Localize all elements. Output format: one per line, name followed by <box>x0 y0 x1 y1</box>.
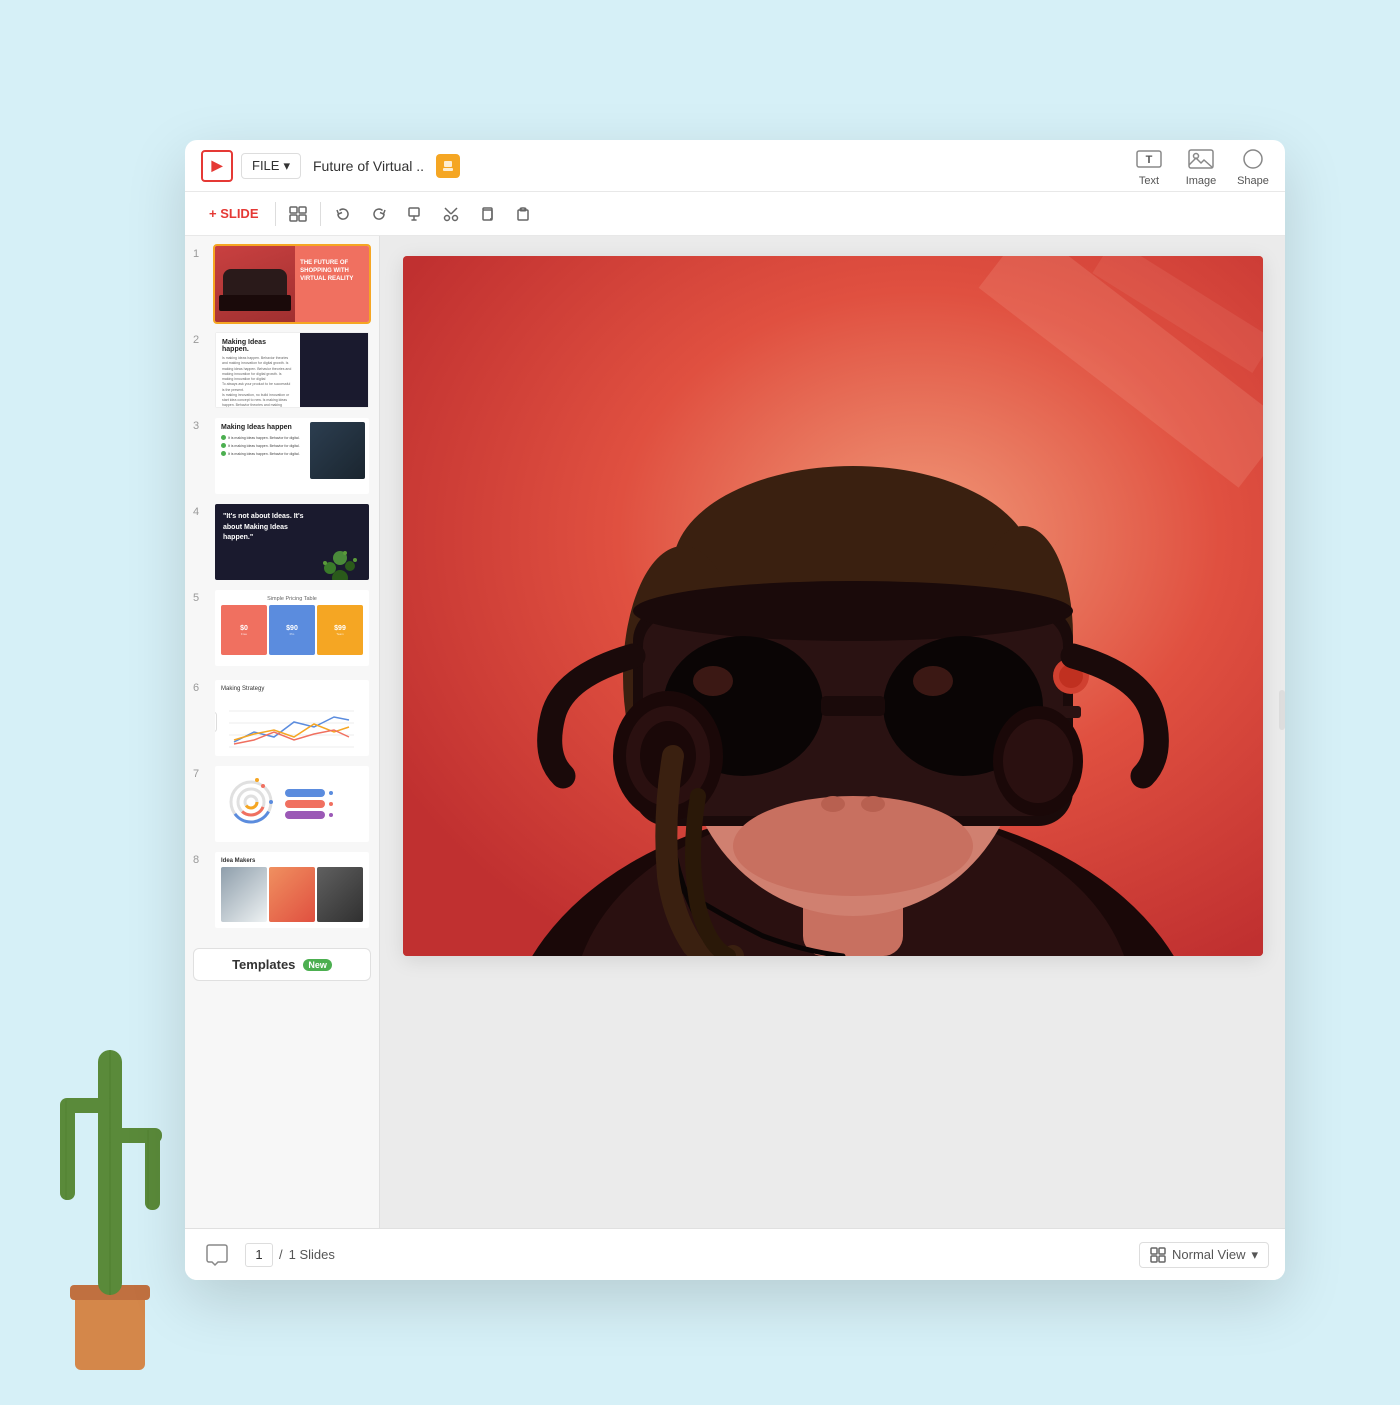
slide-item[interactable]: 1 THE FUTURE OF SHOPPING <box>185 244 379 324</box>
shape-icon <box>1237 145 1269 173</box>
comment-button[interactable] <box>201 1239 233 1271</box>
text-icon: T <box>1133 145 1165 173</box>
cut-button[interactable] <box>437 200 465 228</box>
templates-label: Templates <box>232 957 295 972</box>
redo-button[interactable] <box>365 200 393 228</box>
slide-background <box>403 256 1263 956</box>
image-tool-button[interactable]: Image <box>1185 145 1217 187</box>
slide-number-5: 5 <box>193 588 207 604</box>
text-tool-label: Text <box>1139 175 1159 187</box>
slide-thumbnail-4[interactable]: "It's not about Ideas. It's about Making… <box>213 502 371 582</box>
slide-item[interactable]: 3 Making Ideas happen It is making ideas… <box>185 416 379 496</box>
document-title: Future of Virtual .. <box>313 158 424 174</box>
slide-item[interactable]: 7 <box>185 764 379 844</box>
slide-number-3: 3 <box>193 416 207 432</box>
slide-item-with-controls: ⊞ ⋮⋮ 5 Simple Pricing Table $0Free $90Pr… <box>185 588 379 668</box>
image-icon <box>1185 145 1217 173</box>
normal-view-button[interactable]: Normal View ▾ <box>1139 1242 1269 1268</box>
main-slide-canvas[interactable] <box>403 256 1263 956</box>
main-toolbar: ▶ FILE ▾ Future of Virtual .. T T <box>185 140 1285 192</box>
current-page-input[interactable] <box>245 1243 273 1267</box>
panel-resize-handle[interactable] <box>1279 690 1285 730</box>
format-paint-button[interactable] <box>401 200 429 228</box>
slide-number-1: 1 <box>193 244 207 260</box>
templates-panel-button[interactable]: Templates New <box>185 940 379 985</box>
svg-text:T: T <box>1146 154 1153 166</box>
slide-thumbnail-6[interactable]: Making Strategy ↔ <box>213 678 371 758</box>
file-label: FILE <box>252 158 279 173</box>
slide-number-2: 2 <box>193 330 207 346</box>
toolbar-divider <box>275 202 276 226</box>
slide-number-8: 8 <box>193 850 207 866</box>
slide-thumbnail-1[interactable]: THE FUTURE OF SHOPPING WITH VIRTUAL REAL… <box>213 244 371 324</box>
toolbar-right-items: T Text Image <box>1133 145 1269 187</box>
shape-tool-label: Shape <box>1237 175 1269 187</box>
canvas-area <box>380 236 1285 1228</box>
templates-new-badge: New <box>303 959 332 971</box>
app-logo[interactable]: ▶ <box>201 150 233 182</box>
slide-number-4: 4 <box>193 502 207 518</box>
file-dropdown-icon: ▾ <box>283 158 290 174</box>
normal-view-dropdown-icon: ▾ <box>1251 1247 1258 1263</box>
slide-item[interactable]: 4 "It's not about Ideas. It's about Maki… <box>185 502 379 582</box>
toolbar-divider2 <box>320 202 321 226</box>
add-slide-button[interactable]: + SLIDE <box>201 202 267 225</box>
file-menu-button[interactable]: FILE ▾ <box>241 153 301 179</box>
secondary-toolbar: + SLIDE <box>185 192 1285 236</box>
slide-thumbnail-2[interactable]: Making Ideas happen. Is making ideas hap… <box>213 330 371 410</box>
total-pages: 1 Slides <box>289 1247 335 1262</box>
slide-item[interactable]: 2 Making Ideas happen. Is making ideas h… <box>185 330 379 410</box>
text-tool-button[interactable]: T Text <box>1133 145 1165 187</box>
image-tool-label: Image <box>1186 175 1217 187</box>
slide-number-7: 7 <box>193 764 207 780</box>
undo-button[interactable] <box>329 200 357 228</box>
shape-tool-button[interactable]: Shape <box>1237 145 1269 187</box>
paste-button[interactable] <box>509 200 537 228</box>
slide-thumbnail-8[interactable]: Idea Makers <box>213 850 371 930</box>
slide-thumbnail-7[interactable] <box>213 764 371 844</box>
side-icon-6[interactable]: ↔ <box>213 712 217 732</box>
app-window: ▶ FILE ▾ Future of Virtual .. T T <box>185 140 1285 1280</box>
layout-view-button[interactable] <box>284 200 312 228</box>
bottom-bar: / 1 Slides Normal View ▾ <box>185 1228 1285 1280</box>
cactus-decoration <box>30 950 190 1400</box>
slide-number-6: 6 <box>193 678 207 694</box>
slide-panel: 1 THE FUTURE OF SHOPPING <box>185 236 380 1228</box>
vr-scene-svg <box>403 256 1263 956</box>
normal-view-label: Normal View <box>1172 1247 1245 1262</box>
slide-item[interactable]: 6 Making Strategy ↔ <box>185 678 379 758</box>
slide-thumbnail-3[interactable]: Making Ideas happen It is making ideas h… <box>213 416 371 496</box>
main-content-area: 1 THE FUTURE OF SHOPPING <box>185 236 1285 1228</box>
slide-thumbnail-5[interactable]: Simple Pricing Table $0Free $90Pro $99Te… <box>213 588 371 668</box>
slide-item[interactable]: 8 Idea Makers <box>185 850 379 930</box>
copy-button[interactable] <box>473 200 501 228</box>
page-indicator: / 1 Slides <box>245 1243 335 1267</box>
page-separator: / <box>279 1247 283 1262</box>
save-icon[interactable] <box>436 154 460 178</box>
